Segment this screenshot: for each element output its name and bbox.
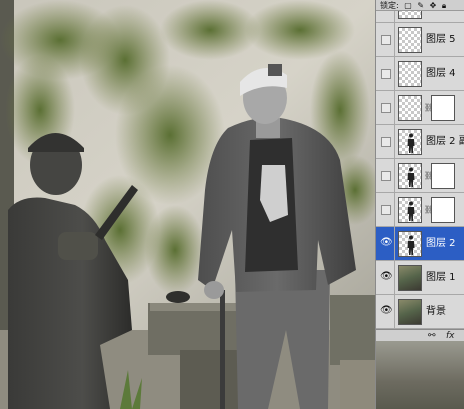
visibility-toggle[interactable] — [377, 23, 395, 56]
layers-panel: 锁定: ▢ ✎ ✥ 🔒︎ 图层 7图层 5图层 4⛓图层 2 副⛓⛓👁︎图层 2… — [375, 0, 464, 409]
visibility-toggle[interactable] — [377, 91, 395, 124]
visibility-box-icon — [381, 69, 391, 79]
visibility-toggle[interactable]: 👁︎ — [377, 261, 395, 294]
visibility-box-icon — [381, 205, 391, 215]
lock-move-icon[interactable]: ✥ — [430, 0, 437, 10]
layer-thumbnail — [398, 95, 422, 121]
layer-thumbnail — [398, 299, 422, 325]
figure-silhouette-icon — [407, 235, 415, 255]
photo-artwork — [0, 0, 375, 409]
layer-name: 图层 1 — [426, 272, 456, 283]
lock-bar: 锁定: ▢ ✎ ✥ 🔒︎ — [376, 0, 464, 11]
layer-thumbnail — [398, 27, 422, 53]
lock-all-icon[interactable]: 🔒︎ — [442, 0, 446, 10]
layer-name: 图层 2 副 — [426, 136, 464, 147]
lock-label: 锁定: — [380, 1, 399, 10]
visibility-toggle[interactable] — [377, 57, 395, 90]
layer-name: 图层 7 — [426, 11, 456, 12]
layer-thumbnail — [398, 265, 422, 291]
layer-mask-thumbnail[interactable] — [431, 197, 455, 223]
layer-row[interactable]: 👁︎ 图层 1 — [376, 261, 464, 295]
document-canvas[interactable] — [0, 0, 375, 409]
visibility-toggle[interactable] — [377, 11, 395, 22]
layer-thumbnail — [398, 129, 422, 155]
visibility-toggle[interactable] — [377, 193, 395, 226]
layer-row[interactable]: ⛓ — [376, 91, 464, 125]
layer-name: 图层 4 — [426, 68, 456, 79]
layer-list: 图层 7图层 5图层 4⛓图层 2 副⛓⛓👁︎图层 2👁︎图层 1👁︎背景 — [376, 11, 464, 329]
lock-transparent-icon[interactable]: ▢ — [404, 0, 412, 10]
visibility-toggle[interactable]: 👁︎ — [377, 227, 395, 260]
figure-silhouette-icon — [407, 201, 415, 221]
layer-row[interactable]: 图层 2 副 — [376, 125, 464, 159]
layer-thumbnail — [398, 61, 422, 87]
lock-brush-icon[interactable]: ✎ — [417, 0, 424, 10]
layer-row[interactable]: 👁︎ 图层 2 — [376, 227, 464, 261]
layer-row[interactable]: 图层 4 — [376, 57, 464, 91]
eye-icon: 👁︎ — [380, 237, 393, 248]
visibility-box-icon — [381, 103, 391, 113]
layer-row[interactable]: 👁︎ 背景 — [376, 295, 464, 329]
figure-silhouette-icon — [407, 167, 415, 187]
layer-thumbnail — [398, 231, 422, 257]
layer-name: 背景 — [426, 306, 446, 317]
layer-thumbnail — [398, 163, 422, 189]
layer-name: 图层 5 — [426, 34, 456, 45]
visibility-toggle[interactable] — [377, 125, 395, 158]
visibility-box-icon — [381, 35, 391, 45]
panel-footer: ⚯ fx — [376, 329, 464, 341]
visibility-toggle[interactable]: 👁︎ — [377, 295, 395, 328]
visibility-box-icon — [381, 137, 391, 147]
layer-name: 图层 2 — [426, 238, 456, 249]
layer-mask-thumbnail[interactable] — [431, 95, 455, 121]
figure-silhouette-icon — [407, 133, 415, 153]
eye-icon: 👁︎ — [380, 271, 393, 282]
eye-icon: 👁︎ — [380, 305, 393, 316]
layer-row[interactable]: ⛓ — [376, 159, 464, 193]
layer-row[interactable]: 图层 5 — [376, 23, 464, 57]
visibility-toggle[interactable] — [377, 159, 395, 192]
layer-thumbnail — [398, 197, 422, 223]
layer-row[interactable]: ⛓ — [376, 193, 464, 227]
layer-row[interactable]: 图层 7 — [376, 11, 464, 23]
layer-mask-thumbnail[interactable] — [431, 163, 455, 189]
photo-continuation — [376, 341, 464, 409]
visibility-box-icon — [381, 171, 391, 181]
layer-thumbnail — [398, 11, 422, 19]
